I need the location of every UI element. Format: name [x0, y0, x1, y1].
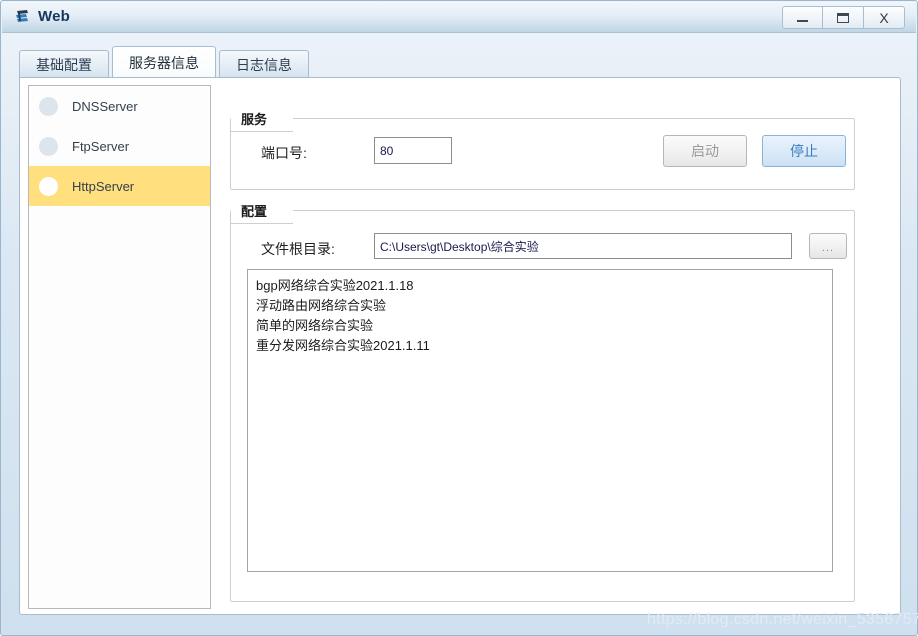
status-circle-icon	[39, 176, 58, 196]
list-item[interactable]: bgp网络综合实验2021.1.18	[256, 276, 832, 296]
tab-server-info[interactable]: 服务器信息	[112, 46, 216, 78]
close-icon: X	[879, 9, 889, 26]
minimize-icon	[797, 20, 808, 22]
tab-label: 日志信息	[236, 56, 292, 73]
stop-button-label: 停止	[790, 143, 818, 159]
service-groupbox-title: 服务	[239, 109, 274, 128]
window-title: Web	[38, 8, 70, 25]
server-list-item-ftpserver[interactable]: FtpServer	[29, 126, 210, 166]
minimize-button[interactable]	[782, 6, 823, 29]
root-directory-label: 文件根目录:	[261, 241, 335, 257]
start-button-label: 启动	[691, 143, 719, 159]
server-list-item-dnsserver[interactable]: DNSServer	[29, 86, 210, 126]
port-label: 端口号:	[261, 145, 307, 161]
browse-button-label: ...	[821, 242, 835, 254]
title-bar: Web X	[2, 2, 916, 33]
server-list-item-label: DNSServer	[72, 98, 138, 114]
list-item[interactable]: 简单的网络综合实验	[256, 316, 832, 336]
app-window: Web X 基础配置 服务器信息 日志信息 DNSServer FtpServe…	[0, 0, 918, 636]
status-circle-icon	[39, 96, 58, 116]
start-button[interactable]: 启动	[663, 135, 747, 167]
service-groupbox: 服务 端口号: 80 启动 停止	[230, 109, 855, 190]
config-groupbox: 配置 文件根目录: C:\Users\gt\Desktop\综合实验 ... b…	[230, 201, 855, 602]
tab-log-info[interactable]: 日志信息	[219, 50, 309, 78]
app-icon	[14, 8, 32, 26]
maximize-icon	[837, 12, 849, 23]
tab-label: 服务器信息	[129, 54, 199, 71]
root-directory-input[interactable]: C:\Users\gt\Desktop\综合实验	[374, 233, 792, 259]
tab-bar: 基础配置 服务器信息 日志信息	[19, 46, 312, 78]
browse-button[interactable]: ...	[809, 233, 847, 259]
stop-button[interactable]: 停止	[762, 135, 846, 167]
tab-content-panel: DNSServer FtpServer HttpServer 服务 端口号: 8…	[19, 77, 901, 615]
server-list-item-label: HttpServer	[72, 178, 135, 194]
file-list[interactable]: bgp网络综合实验2021.1.18 浮动路由网络综合实验 简单的网络综合实验 …	[247, 269, 833, 572]
maximize-button[interactable]	[823, 6, 864, 29]
list-item[interactable]: 浮动路由网络综合实验	[256, 296, 832, 316]
list-item[interactable]: 重分发网络综合实验2021.1.11	[256, 336, 832, 356]
server-list[interactable]: DNSServer FtpServer HttpServer	[28, 85, 211, 609]
watermark: https://blog.csdn.net/weixin_53567573	[647, 611, 918, 628]
close-button[interactable]: X	[864, 6, 905, 29]
server-list-item-httpserver[interactable]: HttpServer	[29, 166, 210, 206]
tab-label: 基础配置	[36, 56, 92, 73]
status-circle-icon	[39, 136, 58, 156]
tab-basic-config[interactable]: 基础配置	[19, 50, 109, 78]
port-input[interactable]: 80	[374, 137, 452, 164]
server-list-item-label: FtpServer	[72, 138, 130, 154]
config-groupbox-title: 配置	[239, 201, 274, 220]
